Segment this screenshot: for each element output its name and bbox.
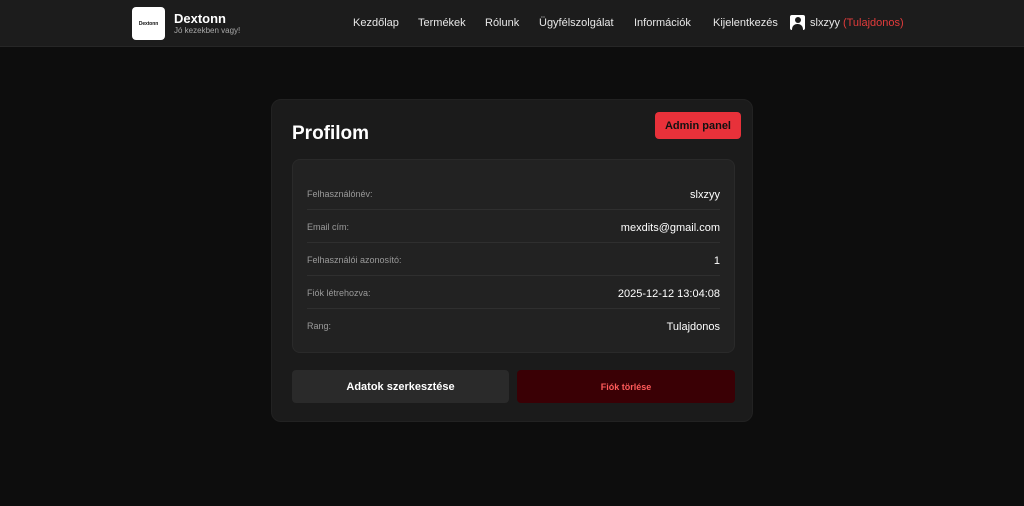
info-row-username: Felhasználónév: slxzyy xyxy=(307,177,720,210)
nav-support[interactable]: Ügyfélszolgálat xyxy=(539,17,614,29)
nav-about[interactable]: Rólunk xyxy=(485,17,519,29)
info-label: Fiók létrehozva: xyxy=(307,288,371,298)
info-row-user-id: Felhasználói azonosító: 1 xyxy=(307,243,720,276)
edit-profile-button[interactable]: Adatok szerkesztése xyxy=(292,370,509,403)
nav-home[interactable]: Kezdőlap xyxy=(353,17,399,29)
user-name: slxzyy xyxy=(810,16,840,29)
admin-panel-button[interactable]: Admin panel xyxy=(655,112,741,139)
info-value: Tulajdonos xyxy=(666,321,720,333)
info-label: Rang: xyxy=(307,321,332,331)
info-value: slxzyy xyxy=(690,189,720,201)
info-value: mexdits@gmail.com xyxy=(620,222,720,234)
nav-products[interactable]: Termékek xyxy=(418,17,466,29)
info-label: Email cím: xyxy=(307,222,350,232)
info-label: Felhasználói azonosító: xyxy=(307,255,402,265)
page-title: Profilom xyxy=(292,123,370,144)
user-box[interactable]: slxzyy (Tulajdonos) xyxy=(790,15,904,30)
delete-account-button[interactable]: Fiók törlése xyxy=(517,370,735,403)
user-role: (Tulajdonos) xyxy=(842,16,904,29)
top-navbar: Dextonn Dextonn Jó kezekben vagy! Kezdől… xyxy=(0,0,1024,47)
profile-info-box: Felhasználónév: slxzyy Email cím: mexdit… xyxy=(292,159,735,353)
nav-info[interactable]: Információk xyxy=(634,17,691,29)
info-row-created: Fiók létrehozva: 2025-12-12 13:04:08 xyxy=(307,276,720,309)
user-icon xyxy=(790,15,805,30)
info-label: Felhasználónév: xyxy=(307,189,373,199)
info-value: 2025-12-12 13:04:08 xyxy=(617,288,720,300)
profile-card: Profilom Admin panel Felhasználónév: slx… xyxy=(271,99,753,422)
info-row-email: Email cím: mexdits@gmail.com xyxy=(307,210,720,243)
info-value: 1 xyxy=(713,255,720,267)
nav-logout[interactable]: Kijelentkezés xyxy=(713,17,778,29)
info-row-rank: Rang: Tulajdonos xyxy=(307,309,720,342)
